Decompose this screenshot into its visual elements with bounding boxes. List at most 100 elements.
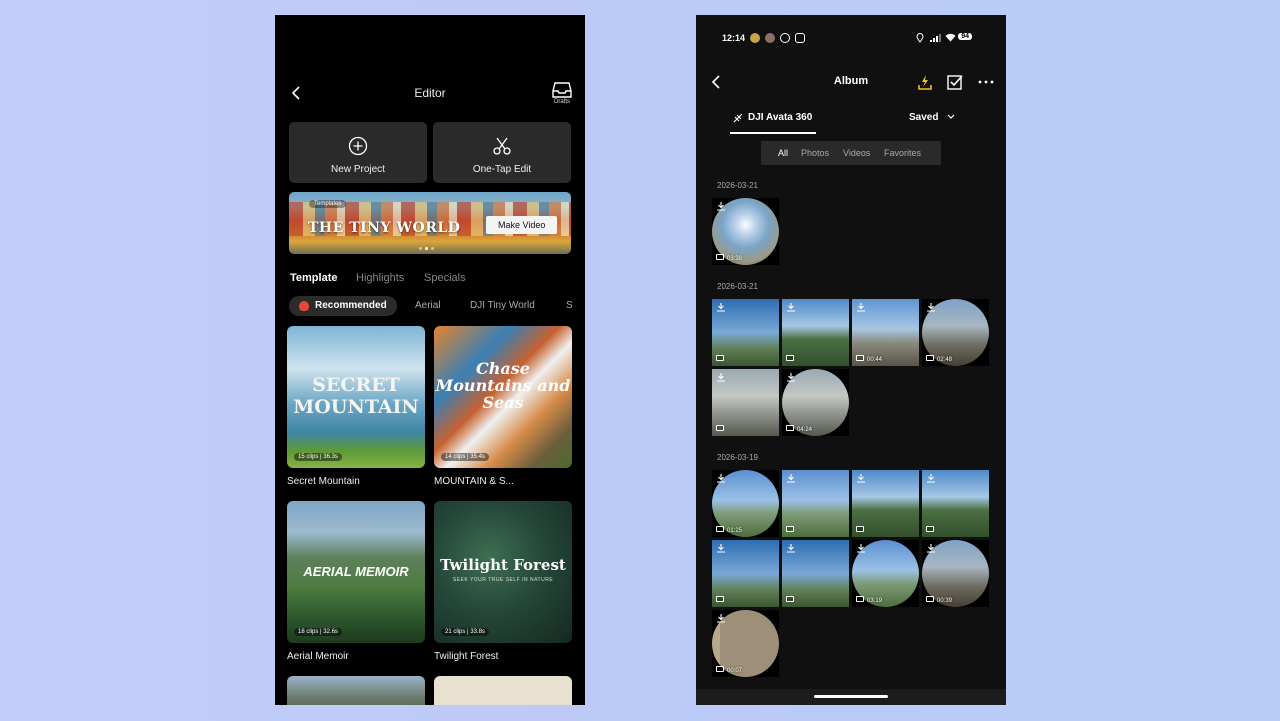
download-icon[interactable] [856,473,866,483]
video-camera-icon [716,355,724,361]
chip-dji-tiny-world[interactable]: DJI Tiny World [470,296,535,316]
media-thumbnail[interactable]: 04:24 [782,369,849,436]
category-chips: Recommended Aerial DJI Tiny World S [289,296,575,316]
tile-name: Twilight Forest [434,651,499,662]
album-header: Album [696,71,1006,93]
chip-more[interactable]: S [566,296,573,316]
video-camera-icon [786,596,794,602]
media-thumbnail[interactable]: 03:38 [712,198,779,265]
download-icon[interactable] [786,372,796,382]
template-tile[interactable] [434,676,572,705]
filter-favorites[interactable]: Favorites [884,148,921,158]
video-camera-icon [856,596,864,602]
media-thumbnail[interactable] [782,299,849,366]
tile-clip-info: 15 clips | 36.3s [294,453,342,461]
media-thumbnail[interactable] [852,470,919,537]
tile-overlay-subtitle: SEEK YOUR TRUE SELF IN NATURE [452,577,554,583]
wifi-icon [945,33,956,42]
download-icon[interactable] [856,302,866,312]
tile-name: Aerial Memoir [287,651,349,662]
template-tile[interactable]: Twilight Forest SEEK YOUR TRUE SELF IN N… [434,501,572,643]
video-camera-icon [786,526,794,532]
video-duration: 01:25 [727,528,743,534]
media-thumbnail[interactable]: 00:44 [852,299,919,366]
tile-overlay-text: Twilight Forest [440,556,566,574]
filter-all[interactable]: All [778,148,788,158]
instagram-icon [795,33,805,43]
download-icon[interactable] [716,302,726,312]
download-icon[interactable] [926,302,936,312]
download-flash-icon[interactable] [916,73,934,91]
new-project-button[interactable]: New Project [289,122,427,183]
video-duration: 00:44 [867,357,883,363]
filter-photos[interactable]: Photos [801,148,829,158]
make-video-button[interactable]: Make Video [486,216,558,234]
download-icon[interactable] [926,543,936,553]
download-icon[interactable] [926,473,936,483]
download-icon[interactable] [856,543,866,553]
flame-icon [299,301,309,311]
album-screen: 12:14 94 Album DJI Avata 360 Saved All P… [696,15,1006,705]
media-filter: All Photos Videos Favorites [761,141,941,165]
scissors-icon [493,137,511,155]
download-icon[interactable] [716,613,726,623]
tile-overlay-text: AERIAL MEMOIR [303,564,409,579]
signal-icon [930,34,941,42]
download-icon[interactable] [716,201,726,211]
source-tabs: DJI Avata 360 Saved [696,110,1006,136]
banner-title: THE TINY WORLD [308,220,461,236]
download-icon[interactable] [716,473,726,483]
media-thumbnail[interactable] [712,369,779,436]
filter-videos[interactable]: Videos [843,148,870,158]
download-icon[interactable] [716,543,726,553]
tile-name: Secret Mountain [287,476,360,487]
media-thumbnail[interactable] [922,470,989,537]
carousel-dot [419,247,422,250]
template-tile[interactable] [287,676,425,705]
video-camera-icon [716,666,724,672]
download-icon[interactable] [786,543,796,553]
media-thumbnail[interactable]: 01:25 [712,470,779,537]
media-thumbnail[interactable] [782,470,849,537]
video-duration: 02:48 [937,357,953,363]
tab-specials[interactable]: Specials [424,272,466,284]
drafts-button[interactable]: Drafts [551,81,573,107]
saved-label: Saved [909,112,939,123]
template-tile[interactable]: SECRET MOUNTAIN 15 clips | 36.3s [287,326,425,468]
media-thumbnail[interactable]: 02:48 [922,299,989,366]
media-thumbnail[interactable] [712,540,779,607]
video-camera-icon [786,355,794,361]
media-thumbnail[interactable]: 00:07 [712,610,779,677]
template-tile[interactable]: Chase Mountains and Seas 14 clips | 35.4… [434,326,572,468]
media-thumbnail[interactable]: 03:19 [852,540,919,607]
saved-dropdown[interactable]: Saved [909,112,955,123]
tab-device[interactable]: DJI Avata 360 [748,112,812,123]
chip-recommended-label: Recommended [315,300,387,311]
download-icon[interactable] [716,372,726,382]
media-thumbnail[interactable] [782,540,849,607]
one-tap-edit-button[interactable]: One-Tap Edit [433,122,571,183]
media-thumbnail[interactable] [712,299,779,366]
inbox-icon [552,82,572,98]
chip-recommended[interactable]: Recommended [289,296,397,316]
editor-screen: Editor Drafts New Project One-Tap Edit T… [275,15,585,705]
date-header: 2026-03-19 [717,453,758,462]
download-icon[interactable] [786,473,796,483]
drafts-label: Drafts [553,99,570,105]
home-indicator[interactable] [814,695,888,698]
tile-overlay-text: Chase Mountains and Seas [435,359,571,412]
tab-highlights[interactable]: Highlights [356,272,404,284]
media-thumbnail[interactable]: 00:39 [922,540,989,607]
chip-aerial[interactable]: Aerial [415,296,441,316]
download-icon[interactable] [786,302,796,312]
video-camera-icon [926,526,934,532]
template-tile[interactable]: AERIAL MEMOIR 18 clips | 32.6s [287,501,425,643]
templates-banner[interactable]: Templates THE TINY WORLD Make Video [289,192,571,254]
more-options-icon[interactable] [977,73,995,91]
select-checkbox-icon[interactable] [946,73,964,91]
video-camera-icon [926,355,934,361]
video-camera-icon [926,596,934,602]
tab-template[interactable]: Template [290,272,337,284]
video-camera-icon [716,526,724,532]
video-duration: 03:38 [727,256,743,262]
